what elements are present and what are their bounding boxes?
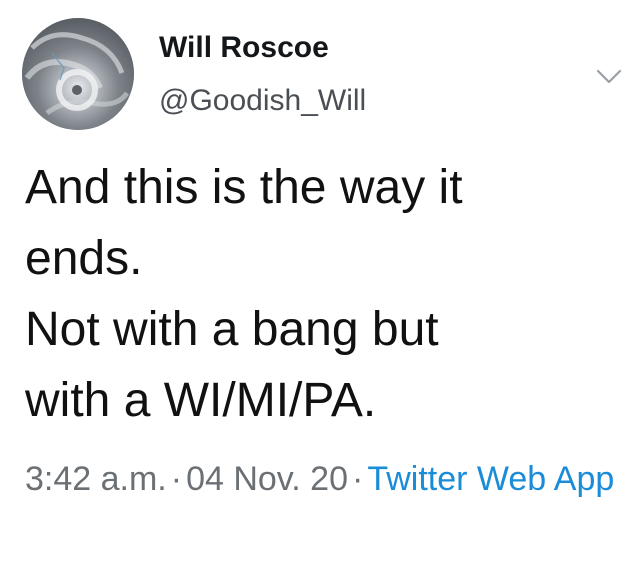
tweet-card: Will Roscoe @Goodish_Will And this is th… <box>0 0 640 572</box>
meta-separator: · <box>352 460 364 498</box>
tweet-time[interactable]: 3:42 a.m. <box>25 460 167 498</box>
tweet-date[interactable]: 04 Nov. 20 <box>186 460 348 498</box>
meta-separator: · <box>170 460 183 498</box>
tweet-text-line: ends. <box>25 232 143 285</box>
tweet-text-line: with a WI/MI/PA. <box>25 374 377 427</box>
tweet-source-link[interactable]: Twitter Web App <box>367 460 614 498</box>
author-display-name[interactable]: Will Roscoe <box>159 31 329 65</box>
author-handle[interactable]: @Goodish_Will <box>159 84 366 118</box>
tweet-text-line: Not with a bang but <box>25 303 439 356</box>
tweet-text-line: And this is the way it <box>25 161 463 214</box>
tweet-text: And this is the way it ends. Not with a … <box>25 152 625 436</box>
chevron-down-icon[interactable] <box>594 66 624 88</box>
avatar[interactable] <box>22 18 134 130</box>
hurricane-satellite-icon <box>22 18 134 130</box>
tweet-meta: 3:42 a.m. · 04 Nov. 20 · Twitter Web App <box>25 452 625 507</box>
